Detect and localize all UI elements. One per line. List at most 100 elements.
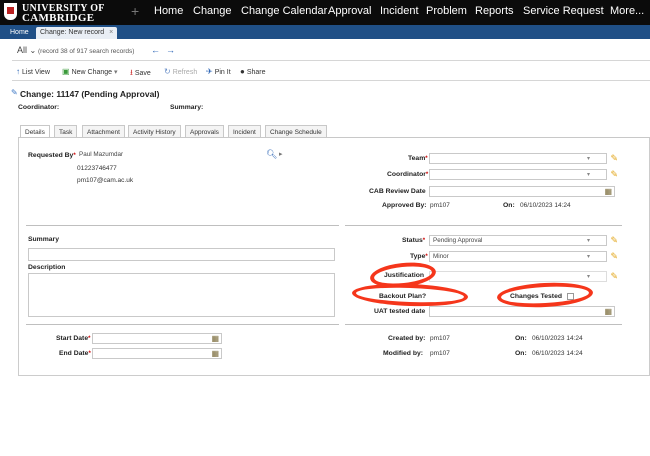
start-date-label: Start Date* xyxy=(56,335,91,342)
status-select[interactable]: Pending Approval ▾ ✎ xyxy=(429,235,618,246)
chevron-right-icon[interactable]: ▸ xyxy=(279,150,283,158)
divider xyxy=(26,324,339,325)
uat-tested-date-input[interactable]: ▦ xyxy=(429,306,615,317)
divider xyxy=(12,60,650,61)
nav-change[interactable]: Change xyxy=(193,5,232,17)
summary-input[interactable] xyxy=(28,248,335,261)
nav-problem[interactable]: Problem xyxy=(426,5,467,17)
divider xyxy=(345,324,622,325)
nav-plus-icon[interactable]: + xyxy=(131,3,139,19)
nav-home[interactable]: Home xyxy=(154,5,183,17)
nav-change-calendar[interactable]: Change Calendar xyxy=(241,5,327,17)
requester-email: pm107@cam.ac.uk xyxy=(77,177,134,184)
divider xyxy=(26,225,339,226)
approved-on-label: On: xyxy=(503,202,515,209)
new-change-label: New Change xyxy=(71,69,113,76)
save-icon: ⭳ xyxy=(130,68,133,77)
calendar-icon[interactable]: ▦ xyxy=(211,334,219,343)
pin-button[interactable]: ✈ Pin It xyxy=(206,67,231,76)
share-label: Share xyxy=(246,69,266,76)
pencil-icon[interactable]: ✎ xyxy=(610,271,618,282)
tab-home[interactable]: Home xyxy=(6,27,33,39)
coordinator-header-label: Coordinator: xyxy=(18,104,60,111)
refresh-icon: ↻ xyxy=(164,67,171,76)
list-view-label: List View xyxy=(22,69,50,76)
type-label: Type* xyxy=(410,253,428,260)
approved-by-value: pm107 xyxy=(430,202,450,209)
created-on-value: 06/10/2023 14:24 xyxy=(532,335,583,342)
tab-change-label: Change: New record xyxy=(40,29,105,36)
calendar-icon[interactable]: ▦ xyxy=(604,187,612,196)
status-label: Status* xyxy=(402,237,426,244)
change-record-icon: ✎ xyxy=(11,88,18,97)
refresh-button[interactable]: ↻ Refresh xyxy=(164,67,197,76)
modified-by-value: pm107 xyxy=(430,350,450,357)
description-textarea[interactable] xyxy=(28,273,335,317)
summary-header-label: Summary: xyxy=(170,104,204,111)
save-button[interactable]: ⭳ Save xyxy=(130,67,151,81)
modified-on-value: 06/10/2023 14:24 xyxy=(532,350,583,357)
cambridge-shield-icon xyxy=(4,3,17,20)
approved-on-value: 06/10/2023 14:24 xyxy=(520,202,571,209)
chevron-down-icon: ▾ xyxy=(586,238,590,244)
coordinator-select[interactable]: ▾ ✎ xyxy=(429,169,618,180)
type-select[interactable]: Minor ▾ ✎ xyxy=(429,251,618,262)
created-by-label: Created by: xyxy=(388,335,426,342)
chevron-down-icon: ▾ xyxy=(586,274,590,280)
new-document-icon: ▣ xyxy=(62,67,70,76)
nav-reports[interactable]: Reports xyxy=(475,5,514,17)
requested-by-field[interactable]: Paul Mazumdar xyxy=(76,150,262,161)
justification-select[interactable]: ▾ ✎ xyxy=(429,271,618,282)
chevron-down-icon: ▾ xyxy=(586,254,590,260)
chevron-down-icon: ▾ xyxy=(586,156,590,162)
refresh-label: Refresh xyxy=(172,69,198,76)
team-select[interactable]: ▾ ✎ xyxy=(429,153,618,164)
team-label: Team* xyxy=(408,155,428,162)
speech-bubble-icon: ● xyxy=(240,67,245,76)
nav-more[interactable]: More... xyxy=(610,5,644,17)
chevron-down-icon: ⌄ xyxy=(29,46,37,55)
list-view-button[interactable]: ↑ List View xyxy=(16,67,50,76)
nav-approval[interactable]: Approval xyxy=(328,5,371,17)
description-label: Description xyxy=(28,264,66,271)
record-position-info: (record 38 of 917 search records) xyxy=(38,48,135,55)
summary-label: Summary xyxy=(28,236,59,243)
modified-on-label: On: xyxy=(515,350,527,357)
divider xyxy=(345,225,622,226)
record-filter-select[interactable]: All ⌄ xyxy=(17,45,36,55)
save-label: Save xyxy=(134,70,151,77)
nav-incident[interactable]: Incident xyxy=(380,5,419,17)
pencil-icon[interactable]: ✎ xyxy=(610,153,618,164)
cab-review-date-input[interactable]: ▦ xyxy=(429,186,615,197)
requested-by-label: Requested By* xyxy=(28,152,76,159)
approved-by-label: Approved By: xyxy=(382,202,427,209)
chevron-down-icon: ▾ xyxy=(586,172,590,178)
pencil-icon[interactable]: ✎ xyxy=(610,251,618,262)
new-change-button[interactable]: ▣ New Change ▾ xyxy=(62,67,118,76)
next-record-button[interactable]: → xyxy=(166,45,175,55)
nav-service-request[interactable]: Service Request xyxy=(523,5,604,17)
tab-change-new-record[interactable]: Change: New record × xyxy=(36,27,118,39)
arrow-up-icon: ↑ xyxy=(16,67,20,76)
coordinator-label: Coordinator* xyxy=(387,171,429,178)
chevron-down-icon: ▾ xyxy=(114,69,118,76)
start-date-input[interactable]: ▦ xyxy=(92,333,222,344)
previous-record-button[interactable]: ← xyxy=(151,45,160,55)
record-filter-label: All xyxy=(17,45,28,55)
requester-phone: 01223746477 xyxy=(77,165,117,172)
cab-review-date-label: CAB Review Date xyxy=(369,188,426,195)
end-date-label: End Date* xyxy=(59,350,91,357)
created-on-label: On: xyxy=(515,335,527,342)
share-button[interactable]: ● Share xyxy=(240,67,266,76)
page-title: Change: 11147 (Pending Approval) xyxy=(20,89,160,99)
calendar-icon[interactable]: ▦ xyxy=(211,349,219,358)
search-icon[interactable]: 🔍︎ xyxy=(266,149,277,160)
end-date-input[interactable]: ▦ xyxy=(92,348,222,359)
pencil-icon[interactable]: ✎ xyxy=(610,169,618,180)
calendar-icon[interactable]: ▦ xyxy=(604,307,612,316)
brand-line2: CAMBRIDGE xyxy=(22,12,95,24)
pin-label: Pin It xyxy=(214,69,231,76)
close-icon[interactable]: × xyxy=(109,29,113,36)
modified-by-label: Modified by: xyxy=(383,350,424,357)
pencil-icon[interactable]: ✎ xyxy=(610,235,618,246)
